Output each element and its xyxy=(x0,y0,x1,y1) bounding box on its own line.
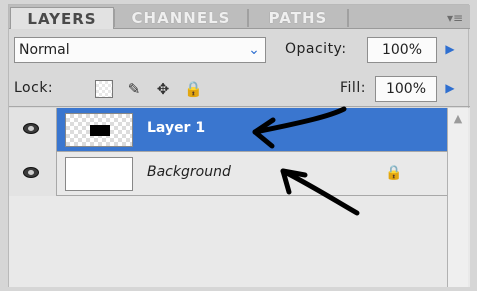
fill-input[interactable]: 100% xyxy=(375,76,437,102)
lock-transparent-icon[interactable] xyxy=(95,80,113,98)
layer-thumbnail xyxy=(65,113,133,147)
eye-icon xyxy=(23,167,39,178)
layers-list: Layer 1 Background 🔒 xyxy=(9,108,470,287)
move-icon[interactable]: ✥ xyxy=(154,80,172,98)
tab-layers[interactable]: LAYERS xyxy=(10,7,114,29)
lock-row: Lock: ✎ ✥ 🔒 Fill: 100% ▶ xyxy=(9,69,470,107)
lock-icon: 🔒 xyxy=(385,165,403,181)
layer-name: Layer 1 xyxy=(147,120,206,136)
lock-icon[interactable]: 🔒 xyxy=(184,80,203,98)
lock-label: Lock: xyxy=(14,80,54,96)
eye-icon xyxy=(23,123,39,134)
opacity-input[interactable]: 100% xyxy=(367,37,437,63)
triangle-right-icon[interactable]: ▶ xyxy=(441,39,459,59)
tab-separator xyxy=(347,9,349,27)
tab-paths[interactable]: PATHS xyxy=(250,7,346,29)
panel-menu-icon[interactable]: ▾≡ xyxy=(444,11,466,25)
layers-scrollbar[interactable]: ▲ xyxy=(447,108,468,287)
visibility-toggle[interactable] xyxy=(9,108,57,152)
layer-name: Background xyxy=(147,164,231,180)
blend-mode-select[interactable]: Normal ⌄ xyxy=(14,37,266,63)
scroll-up-icon[interactable]: ▲ xyxy=(450,112,466,126)
blend-row: Normal ⌄ Opacity: 100% ▶ xyxy=(9,31,470,67)
panel-tab-bar: LAYERS CHANNELS PATHS ▾≡ xyxy=(9,5,470,29)
visibility-toggle[interactable] xyxy=(9,152,57,196)
layer-row-background[interactable]: Background 🔒 xyxy=(9,152,449,196)
fill-label: Fill: xyxy=(340,80,366,96)
blend-mode-value: Normal xyxy=(19,42,70,58)
layers-panel: LAYERS CHANNELS PATHS ▾≡ Normal ⌄ Opacit… xyxy=(8,4,470,287)
chevron-down-icon: ⌄ xyxy=(248,42,260,58)
opacity-label: Opacity: xyxy=(285,41,347,57)
tab-separator xyxy=(113,9,115,27)
tab-separator xyxy=(247,9,249,27)
layer-row-layer-1[interactable]: Layer 1 xyxy=(9,108,449,152)
thumbnail-shape xyxy=(90,125,110,136)
brush-icon[interactable]: ✎ xyxy=(125,80,143,98)
tab-channels[interactable]: CHANNELS xyxy=(116,7,246,29)
triangle-right-icon[interactable]: ▶ xyxy=(441,78,459,98)
layer-thumbnail xyxy=(65,157,133,191)
